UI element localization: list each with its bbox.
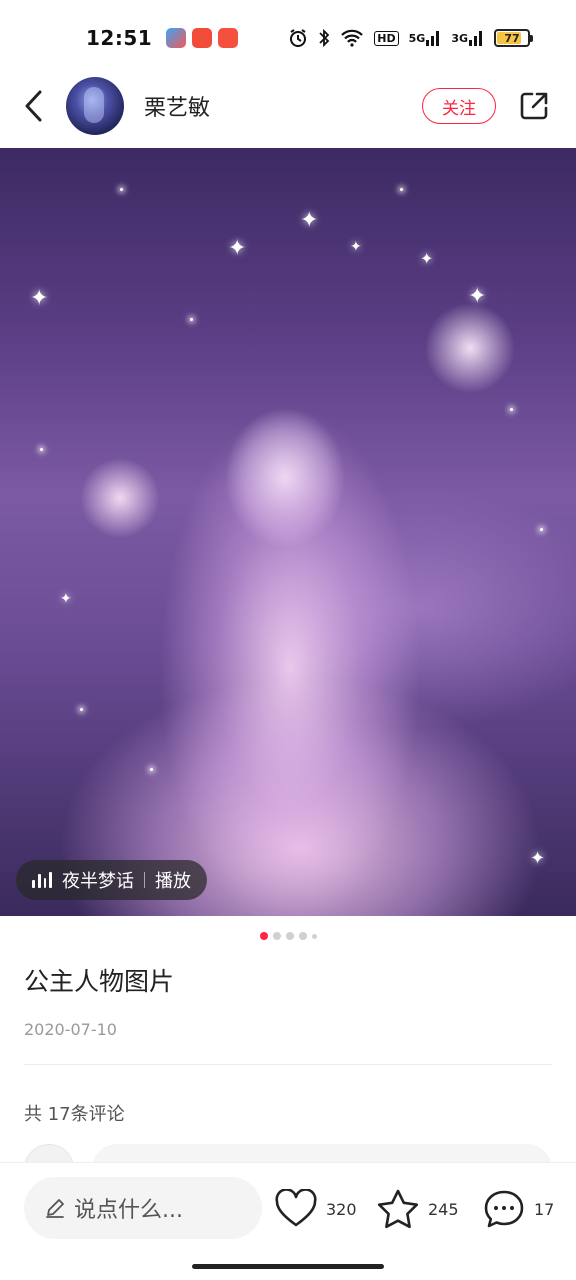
note-title: 公主人物图片 [24,967,175,996]
collect-button[interactable]: 245 [376,1185,459,1233]
image-pagination [0,932,576,940]
note-header: 栗艺敏 关注 [0,68,576,144]
status-indicators: HD 5G 3G 77 [288,28,533,48]
comment-count-label: 共 17条评论 [24,1104,125,1125]
bluetooth-icon [318,28,330,48]
star-icon [377,1189,419,1229]
comment-bubble-icon [484,1190,524,1228]
author-avatar[interactable] [66,77,124,135]
sparkle [40,448,43,451]
sparkle [400,188,403,191]
hd-icon: HD [374,30,399,46]
signal-5g-icon: 5G [409,30,442,46]
music-chip[interactable]: 夜半梦话 播放 [16,860,207,900]
sparkle [150,768,153,771]
home-indicator[interactable] [192,1264,384,1269]
like-button[interactable]: 320 [274,1185,357,1233]
page-dot [285,932,294,940]
battery-icon: 77 [494,29,533,47]
comment-button[interactable]: 17 [482,1185,554,1233]
page-dot-active [259,932,268,940]
divider [24,1064,552,1065]
sparkle [80,708,83,711]
share-icon [520,92,548,120]
sparkle [510,408,513,411]
page-dot [298,932,307,940]
sparkle: ✦ [420,249,434,268]
app-notification-icon [218,28,239,48]
note-image[interactable]: ✦ ✦ ✦ ✦ ✦ ✦ ✦ ✦ 夜半梦话 播放 [0,148,576,916]
weibo-notification-icon [192,28,213,48]
music-divider [144,872,145,888]
notification-icons [166,28,239,48]
sparkle: ✦ [468,284,487,309]
sparkle: ✦ [30,286,49,311]
network-label: 3G [451,31,468,45]
music-bars-icon [32,872,52,888]
music-name: 夜半梦话 [62,871,134,892]
signal-3g-icon: 3G [451,30,484,46]
sparkle [120,188,123,191]
alarm-icon [288,28,308,48]
back-button[interactable] [24,86,54,126]
comment-input[interactable]: 说点什么... [24,1177,262,1239]
sparkle: ✦ [300,208,319,233]
status-bar: 12:51 HD 5G 3G 77 [0,0,576,76]
network-label: 5G [408,31,426,45]
sparkle [190,318,193,321]
sparkle: ✦ [60,591,72,607]
collect-count: 245 [428,1199,459,1219]
pencil-icon [46,1199,64,1218]
author-name[interactable]: 栗艺敏 [144,90,210,122]
note-date: 2020-07-10 [24,1020,117,1039]
comment-count: 17 [534,1199,555,1219]
wifi-icon [340,29,364,47]
battery-level: 77 [504,31,520,45]
sparkle [540,528,543,531]
comment-input-placeholder: 说点什么... [74,1198,183,1223]
page-dot [272,932,281,940]
sparkle: ✦ [228,236,247,261]
status-time: 12:51 [86,26,153,50]
bottom-action-bar: 说点什么... 320 245 17 [0,1162,576,1280]
app-notification-icon [166,28,187,48]
page-dot [311,933,317,939]
heart-icon [275,1189,317,1227]
sparkle: ✦ [350,239,362,255]
music-play-button[interactable]: 播放 [155,867,191,893]
back-icon [25,90,42,122]
follow-button[interactable]: 关注 [422,88,496,124]
share-button[interactable] [516,88,552,124]
sparkle: ✦ [530,848,546,869]
hd-label: HD [377,31,396,45]
like-count: 320 [326,1199,357,1219]
